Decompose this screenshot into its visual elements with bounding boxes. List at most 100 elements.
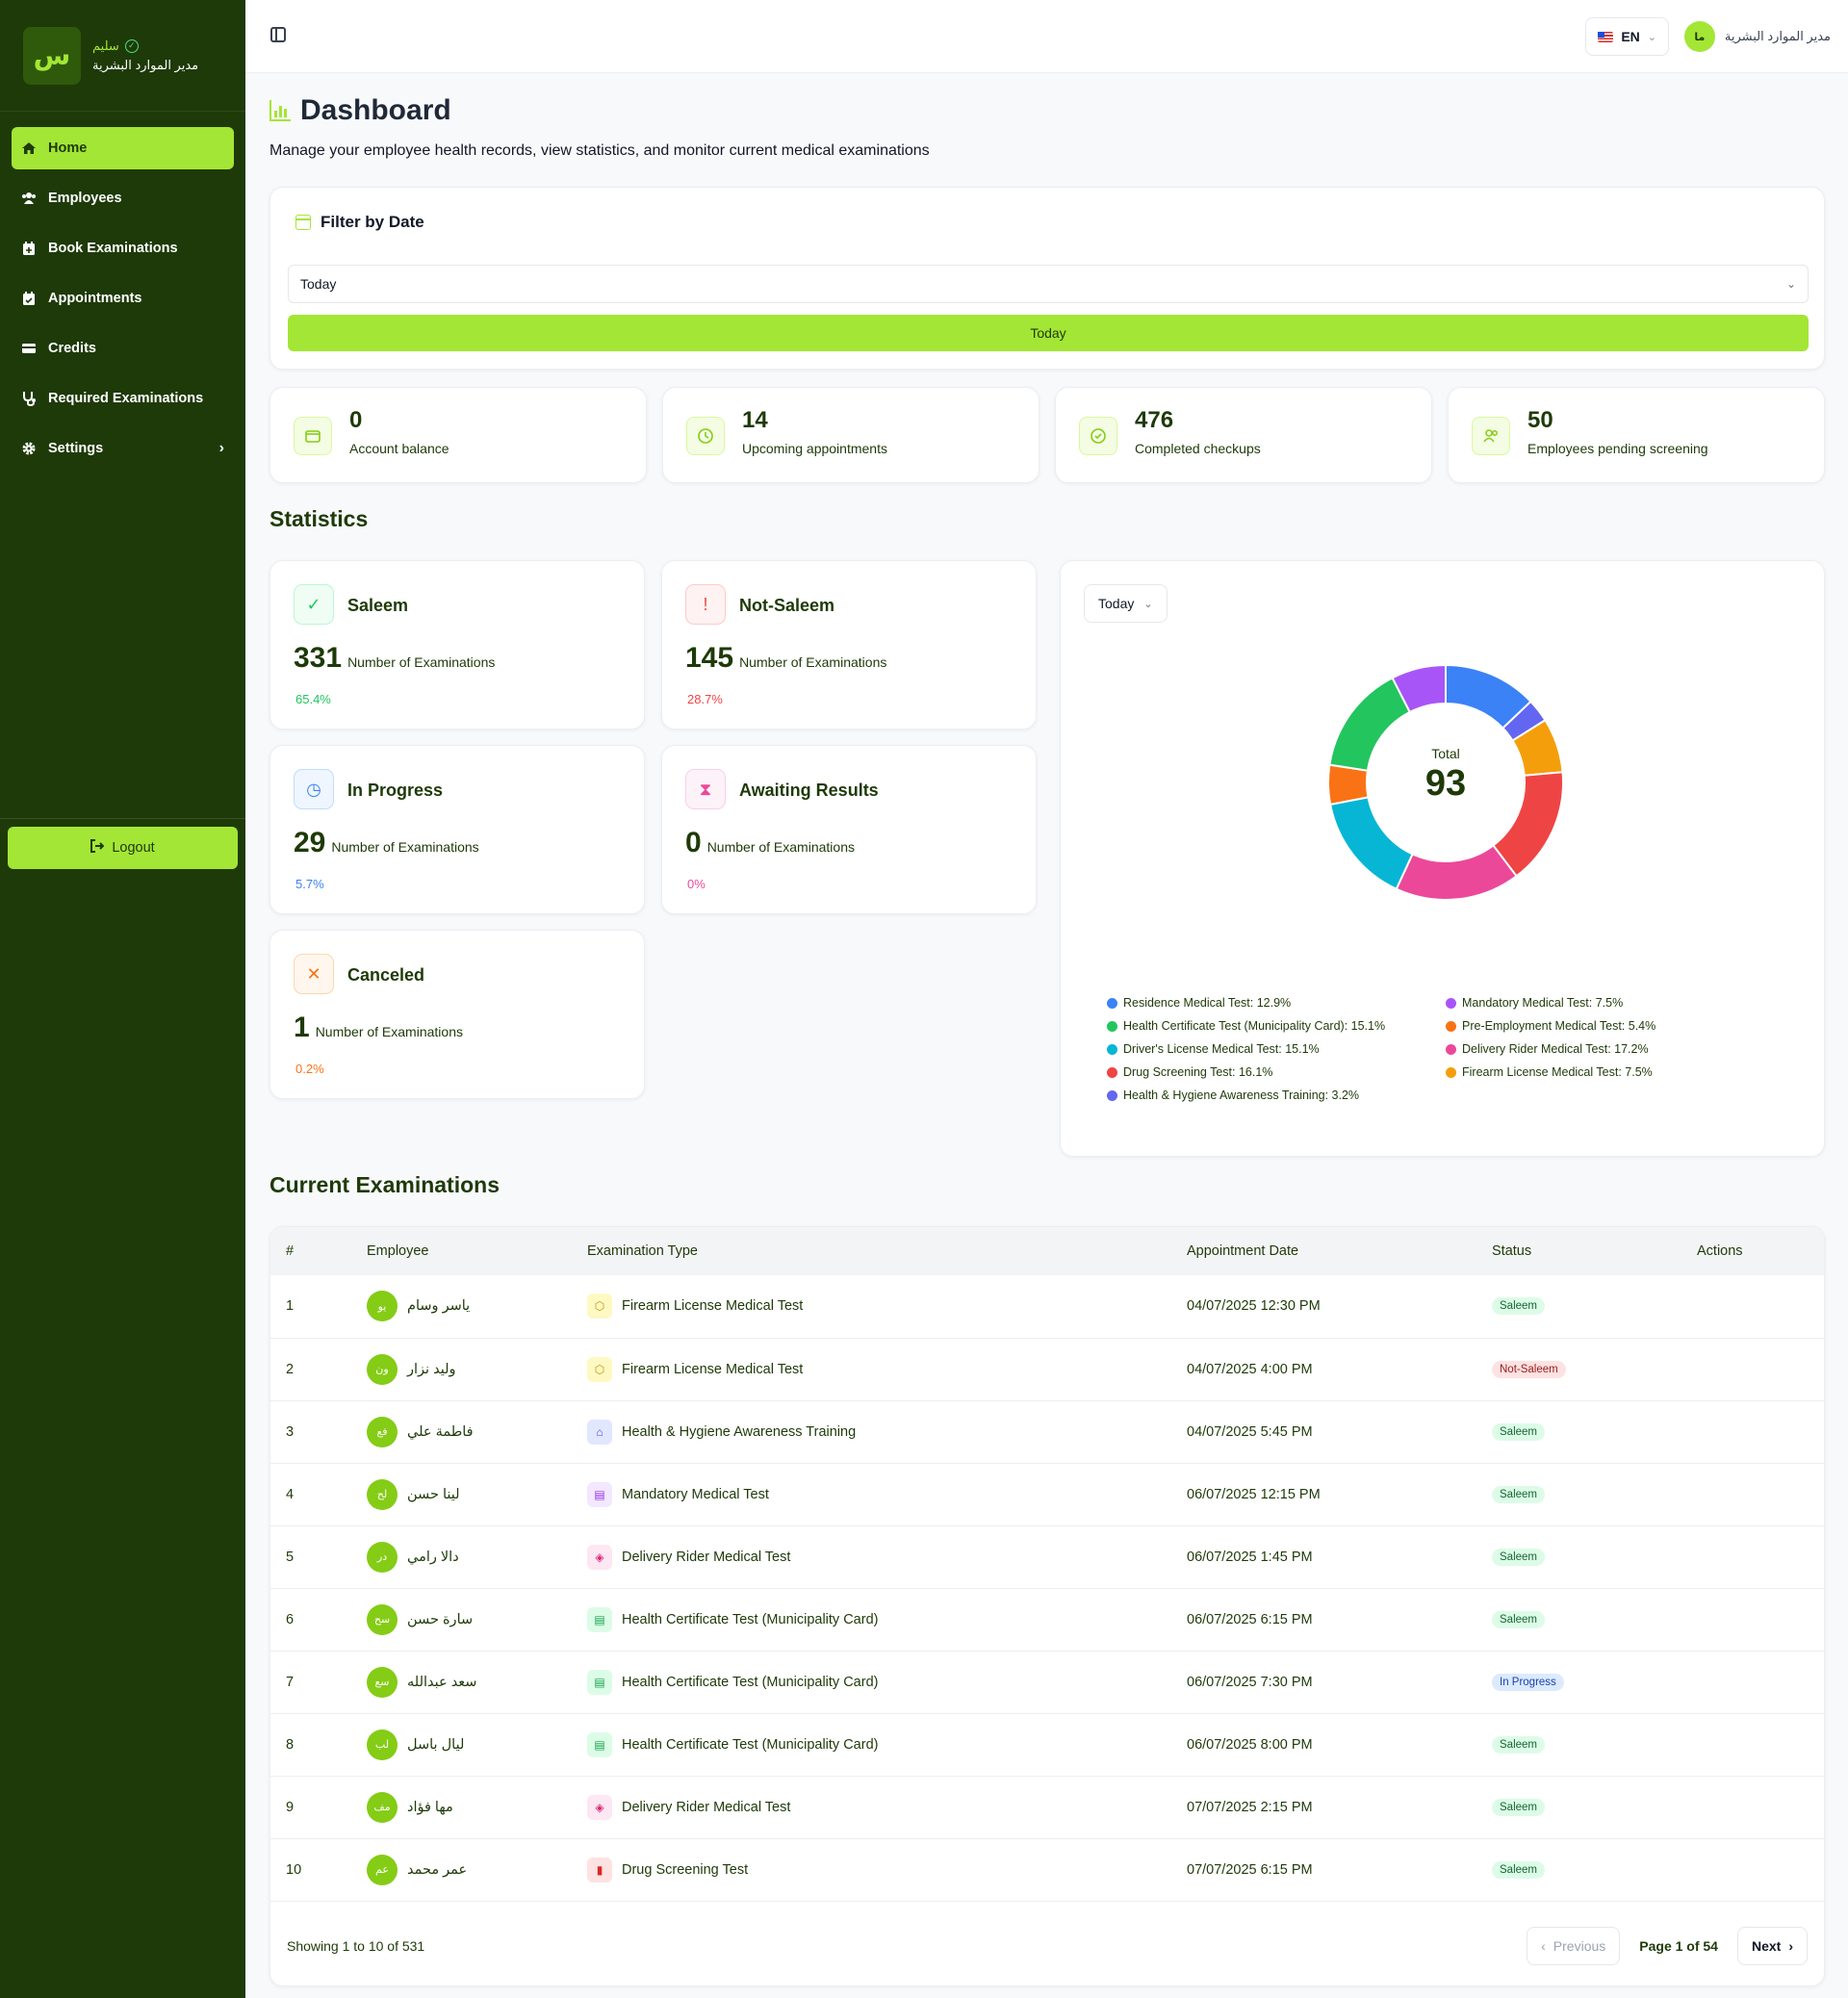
row-number: 4 — [286, 1486, 295, 1502]
actions-cell — [1697, 1776, 1824, 1838]
status-card-value: 29 — [294, 827, 326, 858]
employee-avatar: يو — [367, 1291, 398, 1322]
sidebar-item-label: Required Examinations — [48, 391, 204, 406]
employee-name: فاطمة علي — [407, 1423, 474, 1440]
sidebar-footer: Logout — [0, 818, 245, 877]
appointment-date: 04/07/2025 12:30 PM — [1187, 1298, 1321, 1315]
exam-type-chart-card: Today ⌄ Total 93 Residence Medical Test:… — [1060, 560, 1825, 1157]
employee-avatar: لب — [367, 1729, 398, 1760]
language-selector[interactable]: EN ⌄ — [1585, 17, 1669, 56]
status-card-percent: 65.4% — [295, 692, 331, 706]
summary-value: 14 — [742, 407, 768, 433]
appointment-date: 06/07/2025 12:15 PM — [1187, 1486, 1321, 1502]
home-icon — [21, 141, 37, 156]
actions-cell — [1697, 1651, 1824, 1713]
logout-label: Logout — [112, 840, 155, 856]
employee-cell: لب ليال باسل — [367, 1713, 587, 1776]
user-menu[interactable]: ما مدير الموارد البشرية — [1683, 21, 1831, 52]
status-card-unit: Number of Examinations — [347, 654, 496, 670]
legend-swatch — [1107, 997, 1117, 1009]
exam-type: Firearm License Medical Test — [622, 1361, 804, 1377]
table-row: 10 عم عمر محمد ▮ Drug Screening Test 07/07/20… — [270, 1838, 1824, 1901]
exam-type: Delivery Rider Medical Test — [622, 1799, 791, 1815]
employee-name: سارة حسن — [407, 1611, 474, 1627]
status-card-value-row: 1 Number of Examinations — [294, 1012, 463, 1044]
legend-item: Delivery Rider Medical Test: 17.2% — [1446, 1040, 1773, 1058]
previous-page-button[interactable]: ‹ Previous — [1527, 1927, 1621, 1965]
row-number: 6 — [286, 1611, 295, 1627]
status-card-unit: Number of Examinations — [706, 839, 855, 855]
exam-type-cell: ▮ Drug Screening Test — [587, 1838, 1187, 1901]
legend-item: Residence Medical Test: 12.9% — [1107, 994, 1446, 1012]
summary-label: Account balance — [349, 441, 449, 456]
actions-cell — [1697, 1588, 1824, 1651]
legend-item — [1446, 1087, 1773, 1104]
sidebar-item-home[interactable]: Home — [12, 127, 234, 169]
test-tube-icon: ▮ — [587, 1857, 612, 1883]
chevron-down-icon: ⌄ — [1647, 31, 1656, 43]
legend-label: Residence Medical Test: 12.9% — [1123, 996, 1292, 1010]
status-cell: Saleem — [1492, 1525, 1697, 1588]
stethoscope-icon — [21, 391, 37, 406]
sidebar-item-appointments[interactable]: Appointments — [12, 277, 234, 320]
status-cell: Saleem — [1492, 1275, 1697, 1338]
sidebar-toggle-icon[interactable] — [270, 27, 286, 42]
legend-item: Health Certificate Test (Municipality Ca… — [1107, 1017, 1446, 1035]
summary-value: 0 — [349, 407, 363, 433]
table-header-row: # Employee Examination Type Appointment … — [270, 1227, 1824, 1275]
table-row: 5 در دالا رامي ◈ Delivery Rider Medical Test… — [270, 1525, 1824, 1588]
sidebar-item-label: Employees — [48, 191, 122, 206]
legend-label: Health & Hygiene Awareness Training: 3.2… — [1123, 1089, 1360, 1102]
table-row: 9 مف مها فؤاد ◈ Delivery Rider Medical Test 0… — [270, 1776, 1824, 1838]
logout-button[interactable]: Logout — [8, 827, 238, 869]
donut-slice[interactable] — [1328, 796, 1414, 891]
chevron-down-icon: ⌄ — [1143, 598, 1153, 610]
table-row: 6 سح سارة حسن ▤ Health Certificate Test (Mun… — [270, 1588, 1824, 1651]
today-button[interactable]: Today — [288, 315, 1809, 351]
status-badge: Saleem — [1492, 1485, 1545, 1503]
actions-cell — [1697, 1838, 1824, 1901]
status-badge: Saleem — [1492, 1860, 1545, 1879]
chevron-left-icon: ‹ — [1541, 1938, 1546, 1954]
employee-name: وليد نزار — [407, 1361, 456, 1377]
employee-avatar: عم — [367, 1854, 398, 1885]
employee-cell: سع سعد عبدالله — [367, 1651, 587, 1713]
status-card-value: 1 — [294, 1012, 310, 1043]
clock-icon — [686, 417, 725, 455]
employee-avatar: مف — [367, 1791, 398, 1823]
status-badge: In Progress — [1492, 1673, 1564, 1691]
status-card-in-progress: ◷ In Progress 29 Number of Examinations 5… — [270, 745, 645, 914]
calendar-plus-icon — [21, 241, 37, 256]
legend-label: Firearm License Medical Test: 7.5% — [1462, 1065, 1653, 1079]
column-header-employee: Employee — [367, 1243, 429, 1259]
chart-period-select[interactable]: Today ⌄ — [1084, 584, 1168, 623]
sidebar-item-settings[interactable]: Settings › — [12, 427, 234, 470]
table-body: 1 يو ياسر وسام ⬡ Firearm License Medical Tes… — [270, 1275, 1824, 1901]
exam-type-cell: ▤ Health Certificate Test (Municipality C… — [587, 1713, 1187, 1776]
exam-type-cell: ▤ Health Certificate Test (Municipality C… — [587, 1651, 1187, 1713]
appointment-date: 07/07/2025 2:15 PM — [1187, 1799, 1313, 1815]
sidebar-header: س سليم ✓ مدير الموارد البشرية — [0, 0, 245, 112]
employee-cell: عم عمر محمد — [367, 1838, 587, 1901]
row-number: 7 — [286, 1674, 295, 1690]
status-cell: Saleem — [1492, 1463, 1697, 1525]
sidebar-item-book-examinations[interactable]: Book Examinations — [12, 227, 234, 269]
sidebar-item-required-examinations[interactable]: Required Examinations — [12, 377, 234, 420]
exam-type-cell: ◈ Delivery Rider Medical Test — [587, 1525, 1187, 1588]
exam-type-cell: ◈ Delivery Rider Medical Test — [587, 1776, 1187, 1838]
table-row: 7 سع سعد عبدالله ▤ Health Certificate Test (… — [270, 1651, 1824, 1713]
appointment-date: 06/07/2025 7:30 PM — [1187, 1674, 1313, 1690]
users-icon — [1472, 417, 1510, 455]
status-card-percent: 28.7% — [687, 692, 723, 706]
date-range-select[interactable]: Today ⌄ — [288, 265, 1809, 303]
exam-type-cell: ⬡ Firearm License Medical Test — [587, 1338, 1187, 1400]
sidebar-item-credits[interactable]: Credits — [12, 327, 234, 370]
donut-center-label: Total — [1431, 746, 1460, 761]
next-page-button[interactable]: Next › — [1736, 1927, 1808, 1965]
sidebar-item-employees[interactable]: Employees — [12, 177, 234, 219]
legend-item: Pre-Employment Medical Test: 5.4% — [1446, 1017, 1773, 1035]
next-label: Next — [1751, 1938, 1782, 1954]
employee-avatar: در — [367, 1541, 398, 1573]
donut-slice[interactable] — [1395, 844, 1518, 901]
summary-value: 476 — [1135, 407, 1174, 433]
